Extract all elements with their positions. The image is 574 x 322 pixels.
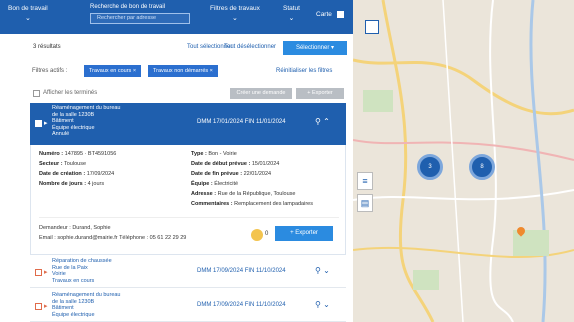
detail-field: Secteur : Toulouse <box>39 161 86 167</box>
detail-value: Rue de la République, Toulouse <box>217 191 296 197</box>
create-request-button[interactable]: Créer une demande <box>230 88 292 99</box>
active-filters: Filtres actifs : Travaux en cours × Trav… <box>0 65 353 79</box>
locate-expand-icon[interactable]: ⚲ ⌄ <box>315 300 330 309</box>
detail-key: Adresse : <box>191 191 217 197</box>
list-item[interactable]: ▸ Réparation de chaussée Rue de la Paix … <box>30 256 346 288</box>
top-bar: Bon de travail ⌄ Recherche de bon de tra… <box>0 0 353 34</box>
map-tiles <box>353 0 574 322</box>
show-completed-checkbox[interactable] <box>33 90 40 97</box>
detail-field: Date de début prévue : 15/01/2024 <box>191 161 279 167</box>
row-checkbox[interactable] <box>35 303 42 310</box>
requester-name: Demandeur : Durand, Sophie <box>39 225 111 231</box>
toggle-label: Carte <box>316 11 332 19</box>
detail-key: Date de début prévue : <box>191 161 251 167</box>
toggle-checkbox[interactable] <box>336 11 344 18</box>
detail-value: Électricité <box>214 181 239 187</box>
detail-value: 15/01/2024 <box>251 161 280 167</box>
map-cluster[interactable]: 3 <box>417 154 443 180</box>
detail-field: Date de fin prévue : 22/01/2024 <box>191 171 271 177</box>
result-count: 3 résultats <box>33 44 61 50</box>
detail-field: Numéro : 147895 · BT4591056 <box>39 151 116 157</box>
detail-value: 147895 · BT4591056 <box>64 151 117 157</box>
map-view[interactable]: ≡ ▤ 3 8 <box>353 0 574 322</box>
detail-key: Numéro : <box>39 151 64 157</box>
detail-field: Équipe : Électricité <box>191 181 238 187</box>
list-icon[interactable]: ≡ <box>357 172 373 190</box>
attachment-count: 0 <box>265 231 269 237</box>
locate-collapse-icon[interactable]: ⚲ ⌃ <box>315 117 330 126</box>
work-order-titles: Réaménagement du bureau de la salle 1230… <box>52 292 121 318</box>
map-toggle[interactable]: Carte <box>316 11 344 18</box>
title-line: Réaménagement du bureau <box>52 105 121 111</box>
work-order-titles: Réaménagement du bureau de la salle 1230… <box>52 105 121 138</box>
arrow-right-icon: ▸ <box>44 120 48 127</box>
filter-chip[interactable]: Travaux en cours × <box>84 65 142 77</box>
title-line: Annulé <box>52 131 70 137</box>
work-order-panel: Bon de travail ⌄ Recherche de bon de tra… <box>0 0 353 322</box>
detail-field: Date de création : 17/09/2024 <box>39 171 114 177</box>
filter-label: Filtres de travaux <box>210 5 260 12</box>
detail-key: Secteur : <box>39 161 63 167</box>
selected-work-order-details: Numéro : 147895 · BT4591056 Type : Bon -… <box>30 145 346 255</box>
list-item[interactable]: ▸ Réaménagement du bureau de la salle 12… <box>30 290 346 322</box>
search-area: Recherche de bon de travail Rechercher p… <box>90 4 190 30</box>
work-order-dates: DMM 17/01/2024 FIN 11/01/2024 <box>197 119 286 125</box>
menu-dropdown[interactable]: Bon de travail ⌄ <box>8 5 48 22</box>
work-order-dates: DMM 17/09/2024 FIN 11/10/2024 <box>197 302 286 308</box>
requester-contact: Email : sophie.durand@mairie.fr Téléphon… <box>39 235 187 241</box>
row-checkbox[interactable] <box>35 120 42 127</box>
sort-label: Statut <box>283 5 300 12</box>
detail-value: 22/01/2024 <box>243 171 272 177</box>
arrow-right-icon: ▸ <box>44 303 48 310</box>
detail-field: Commentaires : Remplacement des lampadai… <box>191 201 313 207</box>
detail-value: 17/09/2024 <box>86 171 115 177</box>
filter-dropdown[interactable]: Filtres de travaux ⌄ <box>210 5 260 22</box>
detail-value: Bon - Voirie <box>208 151 237 157</box>
export-button[interactable]: + Exporter <box>275 226 333 241</box>
search-label: Recherche de bon de travail <box>90 4 166 10</box>
detail-value: Remplacement des lampadaires <box>234 201 313 207</box>
filter-chip[interactable]: Travaux non démarrés × <box>148 65 218 77</box>
select-button[interactable]: Sélectionner ▾ <box>283 41 347 55</box>
detail-field: Adresse : Rue de la République, Toulouse <box>191 191 295 197</box>
detail-field: Type : Bon - Voirie <box>191 151 237 157</box>
detail-key: Type : <box>191 151 207 157</box>
menu-label: Bon de travail <box>8 5 48 12</box>
chevron-down-icon: ⌄ <box>288 15 295 22</box>
detail-field: Nombre de jours : 4 jours <box>39 181 104 187</box>
chevron-down-icon: ⌄ <box>231 15 238 22</box>
export-all-button[interactable]: + Exporter <box>296 88 344 99</box>
reset-filters-link[interactable]: Réinitialiser les filtres <box>276 68 332 74</box>
detail-key: Date de création : <box>39 171 86 177</box>
detail-value: 4 jours <box>87 181 105 187</box>
bulk-actions: Afficher les terminés Créer une demande … <box>0 88 353 100</box>
title-line: Travaux en cours <box>52 277 95 284</box>
results-toolbar: 3 résultats Tout sélectionner Tout désél… <box>0 40 353 56</box>
detail-key: Nombre de jours : <box>39 181 87 187</box>
attachment-icon[interactable] <box>251 229 263 241</box>
detail-key: Équipe : <box>191 181 213 187</box>
row-checkbox[interactable] <box>35 269 42 276</box>
sort-dropdown[interactable]: Statut ⌄ <box>283 5 300 22</box>
arrow-right-icon: ▸ <box>44 269 48 276</box>
work-order-titles: Réparation de chaussée Rue de la Paix Vo… <box>52 258 112 284</box>
layers-icon[interactable] <box>365 20 379 34</box>
work-order-dates: DMM 17/09/2024 FIN 11/10/2024 <box>197 268 286 274</box>
map-cluster[interactable]: 8 <box>469 154 495 180</box>
title-line: Réparation de chaussée <box>52 258 112 264</box>
title-line: Réaménagement du bureau <box>52 292 121 298</box>
search-input[interactable]: Rechercher par adresse <box>90 13 190 24</box>
filters-label: Filtres actifs : <box>32 68 68 74</box>
deselect-all-link[interactable]: Tout désélectionner <box>224 44 276 50</box>
chevron-down-icon: ⌄ <box>24 15 31 22</box>
selected-work-order-header[interactable]: ▸ Réaménagement du bureau de la salle 12… <box>30 103 346 145</box>
detail-key: Date de fin prévue : <box>191 171 243 177</box>
show-completed-label: Afficher les terminés <box>43 90 98 96</box>
detail-value: Toulouse <box>63 161 87 167</box>
locate-expand-icon[interactable]: ⚲ ⌄ <box>315 266 330 275</box>
detail-key: Commentaires : <box>191 201 233 207</box>
divider <box>39 217 339 218</box>
title-line: Équipe électrique <box>52 311 95 318</box>
filter-icon[interactable]: ▤ <box>357 194 373 212</box>
